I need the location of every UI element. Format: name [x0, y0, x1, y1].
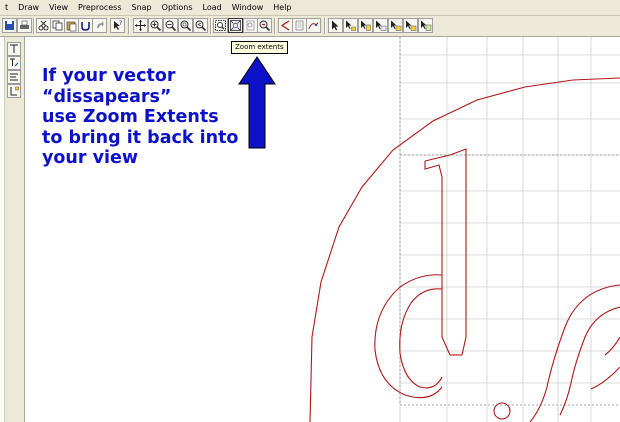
zoom-page-icon [246, 20, 255, 31]
zoom-selection-icon [215, 20, 226, 31]
undo-button[interactable] [78, 18, 93, 33]
menu-item-file[interactable]: t [0, 0, 13, 16]
menu-item-draw[interactable]: Draw [13, 0, 44, 16]
svg-text:?: ? [119, 20, 122, 27]
zoom-redraw-button[interactable] [257, 18, 272, 33]
layer-icon [295, 20, 304, 31]
menu-item-help[interactable]: Help [268, 0, 296, 16]
left-panel-strip [0, 37, 5, 422]
annotation-line: use Zoom Extents [42, 107, 219, 127]
zoom-redraw-icon [259, 20, 271, 32]
annotation-line: If your vector [42, 66, 176, 86]
redo-button[interactable] [92, 18, 107, 33]
toolbar-separator [324, 18, 326, 34]
help-pointer-button[interactable]: ? [110, 18, 125, 33]
toolbar: ? [0, 16, 620, 37]
select-all-button[interactable] [403, 18, 418, 33]
menu-item-view[interactable]: View [44, 0, 73, 16]
select-arrow-icon [332, 20, 339, 31]
left-tool-panel [0, 37, 25, 422]
curve-tool-icon [280, 20, 290, 31]
select-similar-icon [421, 20, 432, 31]
select-node-icon [346, 20, 356, 31]
paste-button[interactable] [64, 18, 79, 33]
toolbar-separator [274, 18, 276, 34]
copy-icon [52, 20, 63, 31]
zoom-window-button[interactable] [178, 18, 193, 33]
zoom-previous-button[interactable] [193, 18, 208, 33]
redo-icon [97, 21, 104, 28]
zoom-selection-button[interactable] [213, 18, 228, 33]
select-group-button[interactable] [358, 18, 373, 33]
zoom-in-button[interactable] [148, 18, 163, 33]
zoom-extents-icon [230, 20, 241, 31]
zoom-page-button[interactable] [243, 18, 258, 33]
select-window-button[interactable] [388, 18, 403, 33]
copy-button[interactable] [50, 18, 65, 33]
path-tool-icon [308, 22, 319, 30]
print-button[interactable] [17, 18, 32, 33]
select-similar-button[interactable] [418, 18, 433, 33]
edit-text-icon [10, 58, 19, 67]
select-group-icon [361, 20, 371, 31]
menu-item-options[interactable]: Options [157, 0, 198, 16]
undo-icon [81, 22, 90, 31]
zoom-extents-button[interactable] [228, 18, 243, 33]
select-node-button[interactable] [343, 18, 358, 33]
zoom-out-icon [165, 20, 177, 32]
scissors-icon [38, 20, 49, 31]
left-tool-node-button[interactable] [7, 84, 21, 98]
printer-icon [20, 20, 29, 29]
align-icon [10, 73, 18, 81]
annotation-line: “dissapears” [42, 86, 172, 107]
floppy-icon [5, 21, 14, 30]
node-edit-icon [10, 86, 19, 96]
zoom-previous-icon [195, 20, 207, 32]
canvas-grid [399, 37, 620, 422]
path-tool-button[interactable] [306, 18, 321, 33]
cut-button[interactable] [36, 18, 51, 33]
pan-button[interactable] [133, 18, 148, 33]
select-all-icon [406, 20, 417, 31]
annotation-line: your view [42, 148, 139, 168]
zoom-out-button[interactable] [163, 18, 178, 33]
left-tool-text-button[interactable] [7, 42, 21, 56]
menu-item-preprocess[interactable]: Preprocess [73, 0, 126, 16]
toolbar-separator [33, 18, 35, 34]
menu-item-snap[interactable]: Snap [127, 0, 157, 16]
zoom-extents-tooltip: Zoom extents [231, 41, 288, 54]
save-button[interactable] [2, 18, 17, 33]
select-button[interactable] [328, 18, 343, 33]
pan-arrows-icon [135, 20, 146, 31]
menu-item-load[interactable]: Load [198, 0, 227, 16]
layer-tool-button[interactable] [292, 18, 307, 33]
clipboard-icon [66, 21, 77, 32]
menu-item-window[interactable]: Window [227, 0, 269, 16]
select-layer-button[interactable] [373, 18, 388, 33]
zoom-window-icon [180, 20, 192, 32]
left-tool-edit-button[interactable] [7, 56, 21, 70]
select-layer-icon [376, 20, 387, 31]
page-boundary [399, 37, 620, 406]
toolbar-separator [128, 18, 130, 34]
left-tool-align-button[interactable] [7, 70, 21, 84]
red-vector-shape [309, 77, 620, 422]
annotation-text: If your vector “dissapears” use Zoom Ext… [42, 66, 252, 169]
draw-tool-button[interactable] [278, 18, 293, 33]
help-pointer-icon: ? [114, 20, 122, 30]
select-window-icon [391, 20, 402, 31]
text-tool-icon [10, 44, 18, 53]
menu-bar: t Draw View Preprocess Snap Options Load… [0, 0, 620, 16]
annotation-line: to bring it back into [42, 127, 239, 148]
zoom-in-icon [150, 20, 162, 32]
toolbar-separator [210, 18, 212, 34]
